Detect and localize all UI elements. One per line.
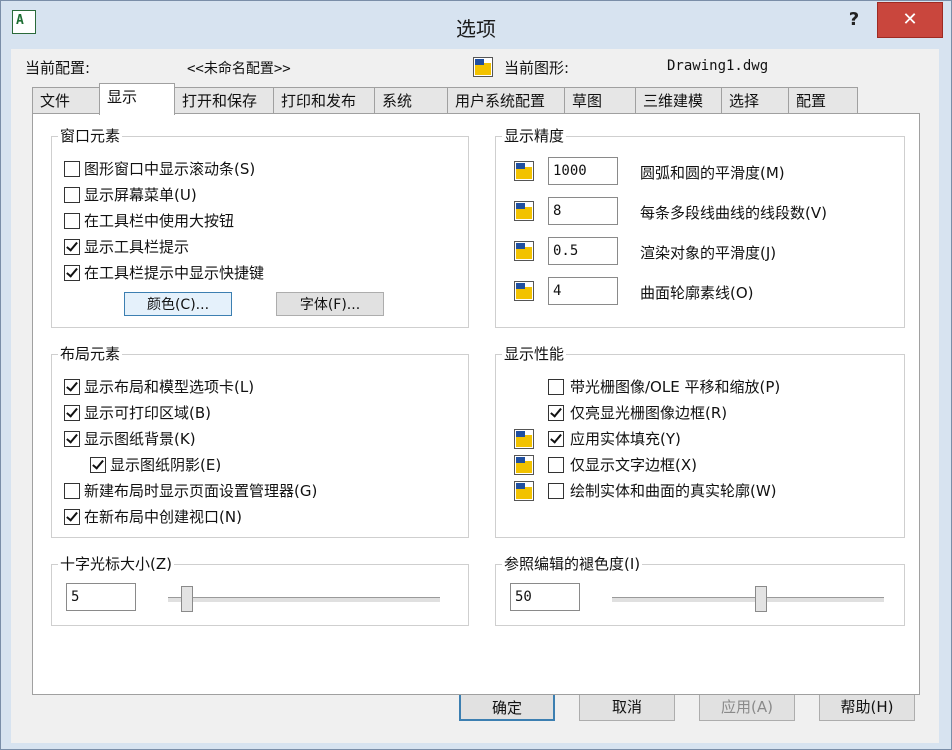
crosshair-slider-track[interactable]: [168, 597, 440, 603]
tab-display[interactable]: 显示: [99, 83, 175, 115]
screen-menu-label: 显示屏幕菜单(U): [84, 186, 197, 204]
crosshair-slider-thumb[interactable]: [181, 586, 193, 612]
crosshair-size-title: 十字光标大小(Z): [58, 553, 174, 574]
page-setup-manager-label: 新建布局时显示页面设置管理器(G): [84, 482, 318, 500]
true-silhouettes-label: 绘制实体和曲面的真实轮廓(W): [570, 482, 777, 500]
current-drawing-label: 当前图形:: [504, 59, 570, 77]
drawing-setting-icon: [514, 241, 534, 261]
page-setup-manager-checkbox[interactable]: [64, 483, 80, 499]
window-elements-group: 窗口元素 图形窗口中显示滚动条(S) 显示屏幕菜单(U) 在工具栏中使用大按钮 …: [51, 125, 469, 328]
window-elements-title: 窗口元素: [58, 125, 123, 146]
drawing-setting-icon: [514, 455, 534, 475]
raster-pan-zoom-checkbox[interactable]: [548, 379, 564, 395]
title-bar[interactable]: A 选项 ? ✕: [1, 1, 951, 49]
tab-selection[interactable]: 选择: [721, 87, 789, 113]
contour-lines-label: 曲面轮廓素线(O): [640, 284, 754, 302]
display-performance-group: 显示性能 带光栅图像/OLE 平移和缩放(P) 仅亮显光栅图像边框(R) 应用实…: [495, 343, 905, 538]
help-button[interactable]: 帮助(H): [819, 693, 915, 721]
layout-model-tabs-checkbox[interactable]: [64, 379, 80, 395]
colors-button[interactable]: 颜色(C)...: [124, 292, 232, 316]
ok-button[interactable]: 确定: [459, 693, 555, 721]
render-smoothness-input[interactable]: 0.5: [548, 237, 618, 265]
large-buttons-checkbox[interactable]: [64, 213, 80, 229]
paper-shadow-label: 显示图纸阴影(E): [110, 456, 222, 474]
tab-profiles[interactable]: 配置: [788, 87, 858, 113]
current-profile-value: <<未命名配置>>: [187, 61, 291, 77]
paper-background-checkbox[interactable]: [64, 431, 80, 447]
crosshair-size-group: 十字光标大小(Z) 5: [51, 553, 469, 626]
tab-user-preferences[interactable]: 用户系统配置: [447, 87, 565, 113]
scrollbars-label: 图形窗口中显示滚动条(S): [84, 160, 256, 178]
drawing-setting-icon: [514, 281, 534, 301]
paper-background-label: 显示图纸背景(K): [84, 430, 196, 448]
tooltips-label: 显示工具栏提示: [84, 238, 190, 256]
xref-fade-slider-track[interactable]: [612, 597, 884, 603]
fonts-button[interactable]: 字体(F)...: [276, 292, 384, 316]
tab-files[interactable]: 文件: [32, 87, 100, 113]
text-frame-label: 仅显示文字边框(X): [570, 456, 697, 474]
xref-fade-input[interactable]: 50: [510, 583, 580, 611]
xref-fade-group: 参照编辑的褪色度(I) 50: [495, 553, 905, 626]
cancel-button[interactable]: 取消: [579, 693, 675, 721]
help-icon[interactable]: ?: [839, 7, 869, 33]
current-profile-label: 当前配置:: [25, 59, 91, 77]
dialog-body: 当前配置: <<未命名配置>> 当前图形: Drawing1.dwg 文件 显示…: [11, 49, 939, 743]
screen-menu-checkbox[interactable]: [64, 187, 80, 203]
drawing-setting-icon: [514, 429, 534, 449]
tab-system[interactable]: 系统: [374, 87, 448, 113]
contour-lines-input[interactable]: 4: [548, 277, 618, 305]
solid-fill-label: 应用实体填充(Y): [570, 430, 681, 448]
true-silhouettes-checkbox[interactable]: [548, 483, 564, 499]
text-frame-checkbox[interactable]: [548, 457, 564, 473]
xref-fade-slider-thumb[interactable]: [755, 586, 767, 612]
large-buttons-label: 在工具栏中使用大按钮: [84, 212, 235, 230]
arc-smoothness-input[interactable]: 1000: [548, 157, 618, 185]
apply-button[interactable]: 应用(A): [699, 693, 795, 721]
scrollbars-checkbox[interactable]: [64, 161, 80, 177]
tab-drafting[interactable]: 草图: [564, 87, 636, 113]
render-smoothness-label: 渲染对象的平滑度(J): [640, 244, 777, 262]
highlight-raster-frame-label: 仅亮显光栅图像边框(R): [570, 404, 728, 422]
tab-3d-modeling[interactable]: 三维建模: [635, 87, 722, 113]
create-viewport-label: 在新布局中创建视口(N): [84, 508, 242, 526]
drawing-setting-icon: [514, 201, 534, 221]
display-tab-panel: 窗口元素 图形窗口中显示滚动条(S) 显示屏幕菜单(U) 在工具栏中使用大按钮 …: [32, 113, 920, 695]
drawing-setting-icon: [514, 481, 534, 501]
tooltips-checkbox[interactable]: [64, 239, 80, 255]
display-resolution-title: 显示精度: [502, 125, 567, 146]
drawing-setting-icon: [514, 161, 534, 181]
close-button[interactable]: ✕: [877, 2, 943, 38]
drawing-icon: [473, 57, 493, 77]
solid-fill-checkbox[interactable]: [548, 431, 564, 447]
polyline-segments-label: 每条多段线曲线的线段数(V): [640, 204, 827, 222]
printable-area-checkbox[interactable]: [64, 405, 80, 421]
display-performance-title: 显示性能: [502, 343, 567, 364]
layout-model-tabs-label: 显示布局和模型选项卡(L): [84, 378, 255, 396]
options-dialog: A 选项 ? ✕ 当前配置: <<未命名配置>> 当前图形: Drawing1.…: [0, 0, 952, 750]
highlight-raster-frame-checkbox[interactable]: [548, 405, 564, 421]
current-drawing-value: Drawing1.dwg: [667, 58, 769, 74]
display-resolution-group: 显示精度 1000 圆弧和圆的平滑度(M) 8 每条多段线曲线的线段数(V) 0…: [495, 125, 905, 328]
shortcut-keys-label: 在工具栏提示中显示快捷键: [84, 264, 265, 282]
shortcut-keys-checkbox[interactable]: [64, 265, 80, 281]
paper-shadow-checkbox[interactable]: [90, 457, 106, 473]
tab-plot-publish[interactable]: 打印和发布: [273, 87, 375, 113]
layout-elements-title: 布局元素: [58, 343, 123, 364]
arc-smoothness-label: 圆弧和圆的平滑度(M): [640, 164, 785, 182]
raster-pan-zoom-label: 带光栅图像/OLE 平移和缩放(P): [570, 378, 781, 396]
create-viewport-checkbox[interactable]: [64, 509, 80, 525]
layout-elements-group: 布局元素 显示布局和模型选项卡(L) 显示可打印区域(B) 显示图纸背景(K) …: [51, 343, 469, 538]
xref-fade-title: 参照编辑的褪色度(I): [502, 553, 643, 574]
crosshair-size-input[interactable]: 5: [66, 583, 136, 611]
dialog-title: 选项: [456, 17, 496, 41]
polyline-segments-input[interactable]: 8: [548, 197, 618, 225]
printable-area-label: 显示可打印区域(B): [84, 404, 211, 422]
tab-open-save[interactable]: 打开和保存: [174, 87, 274, 113]
